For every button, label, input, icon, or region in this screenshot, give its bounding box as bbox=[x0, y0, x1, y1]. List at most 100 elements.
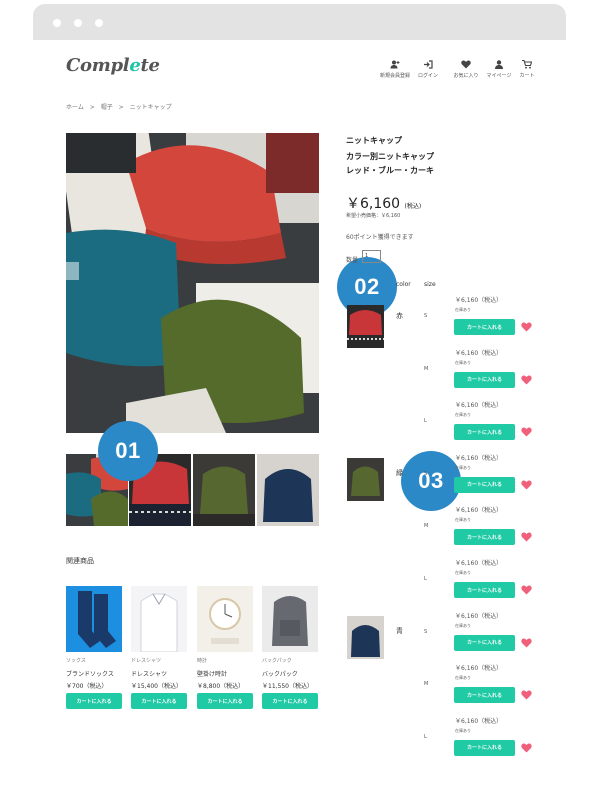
related-price: ￥8,800（税込） bbox=[197, 683, 245, 690]
favorite-heart-icon[interactable] bbox=[521, 532, 532, 542]
stock-status: 在庫あり bbox=[455, 464, 471, 470]
related-category: ソックス bbox=[66, 658, 86, 664]
related-image-backpack[interactable] bbox=[262, 586, 318, 652]
favorite-heart-icon[interactable] bbox=[521, 322, 532, 332]
related-category: バックパック bbox=[262, 658, 292, 664]
add-to-cart-button[interactable]: カートに入れる bbox=[454, 529, 515, 546]
color-name-red: 赤 bbox=[396, 312, 403, 320]
heart-icon bbox=[461, 60, 471, 69]
stock-status: 在庫あり bbox=[455, 307, 471, 312]
site-logo[interactable]: Complete bbox=[66, 55, 160, 76]
variant-size: L bbox=[424, 576, 427, 582]
add-to-cart-button[interactable]: カートに入れる bbox=[454, 582, 515, 598]
breadcrumb-hats[interactable]: 帽子 bbox=[101, 104, 113, 111]
add-to-cart-button[interactable]: カートに入れる bbox=[454, 371, 515, 388]
main-product-photo bbox=[66, 133, 319, 433]
breadcrumb-home[interactable]: ホーム bbox=[66, 104, 84, 111]
favorite-heart-icon[interactable] bbox=[521, 638, 532, 648]
add-to-cart-button[interactable]: カートに入れる bbox=[454, 634, 515, 651]
thumbnail-3[interactable] bbox=[193, 454, 255, 526]
stock-status: 在庫あり bbox=[455, 622, 471, 628]
related-add-to-cart-button[interactable]: カートに入れる bbox=[197, 693, 253, 709]
related-price: ￥11,550（税込） bbox=[262, 683, 313, 690]
stock-status: 在庫あり bbox=[455, 359, 471, 365]
related-category: ドレスシャツ bbox=[131, 658, 162, 664]
stock-status: 在庫あり bbox=[455, 412, 471, 418]
product-category: ニットキャップ bbox=[346, 136, 402, 145]
related-add-to-cart-button[interactable]: カートに入れる bbox=[131, 693, 187, 709]
variant-size: M bbox=[424, 681, 429, 688]
related-title: 関連商品 bbox=[66, 557, 94, 565]
variant-size: M bbox=[424, 365, 429, 372]
photo-prev-arrow[interactable] bbox=[66, 262, 79, 280]
product-colors-line: レッド・ブルー・カーキ bbox=[346, 166, 434, 175]
favorite-heart-icon[interactable] bbox=[521, 690, 532, 700]
favorite-heart-icon[interactable] bbox=[521, 427, 532, 437]
variant-price: ￥6,160（税込） bbox=[455, 507, 503, 515]
browser-bar bbox=[33, 4, 566, 40]
callout-badge-01: 01 bbox=[98, 421, 158, 481]
retail-price: 希望小売価格：￥6,160 bbox=[346, 213, 401, 219]
color-name-blue: 青 bbox=[396, 627, 403, 635]
variant-size: S bbox=[424, 628, 428, 635]
related-name[interactable]: ドレスシャツ bbox=[131, 669, 167, 678]
thumbnail-4[interactable] bbox=[257, 454, 319, 526]
add-to-cart-button[interactable]: カートに入れる bbox=[454, 687, 515, 704]
variant-price: ￥6,160（税込） bbox=[455, 402, 503, 410]
stock-status: 在庫あり bbox=[455, 517, 471, 523]
size-column-header: size bbox=[424, 281, 436, 288]
stock-status: 在庫あり bbox=[455, 727, 471, 733]
color-name-green: 緑 bbox=[396, 469, 403, 477]
window-dot bbox=[95, 19, 103, 27]
related-name[interactable]: ブランドソックス bbox=[66, 669, 114, 678]
nav-cart[interactable]: カート bbox=[504, 60, 550, 79]
quantity-label: 数量 bbox=[346, 257, 359, 264]
callout-badge-03: 03 bbox=[401, 451, 461, 511]
related-image-shirt[interactable] bbox=[131, 586, 187, 652]
points-info: 60ポイント獲得できます bbox=[346, 234, 414, 241]
variant-price: ￥6,160（税込） bbox=[455, 612, 503, 620]
related-price: ￥15,400（税込） bbox=[131, 683, 182, 690]
variant-size: L bbox=[424, 733, 427, 740]
variant-size: L bbox=[424, 418, 427, 425]
breadcrumb-separator: > bbox=[118, 104, 124, 111]
variant-size: S bbox=[424, 470, 428, 477]
window-dot bbox=[74, 19, 82, 27]
color-image-red bbox=[347, 305, 384, 348]
stock-status: 在庫あり bbox=[455, 570, 471, 575]
variant-price: ￥6,160（税込） bbox=[455, 349, 503, 357]
add-to-cart-button[interactable]: カートに入れる bbox=[454, 319, 515, 335]
product-name: カラー別ニットキャップ bbox=[346, 152, 434, 161]
add-to-cart-button[interactable]: カートに入れる bbox=[454, 424, 515, 441]
variant-price: ￥6,160（税込） bbox=[455, 454, 503, 462]
related-add-to-cart-button[interactable]: カートに入れる bbox=[262, 693, 318, 709]
breadcrumb-current: ニットキャップ bbox=[129, 104, 172, 111]
related-image-clock[interactable] bbox=[197, 586, 253, 652]
variant-size: S bbox=[424, 313, 428, 319]
window-dot bbox=[53, 19, 61, 27]
user-icon bbox=[495, 60, 503, 69]
related-image-socks[interactable] bbox=[66, 586, 122, 652]
add-to-cart-button[interactable]: カートに入れる bbox=[454, 739, 515, 756]
related-category: 時計 bbox=[197, 658, 208, 664]
user-plus-icon bbox=[390, 60, 400, 69]
related-add-to-cart-button[interactable]: カートに入れる bbox=[66, 693, 122, 709]
variant-price: ￥6,160（税込） bbox=[455, 297, 503, 304]
nav-cart-label: カート bbox=[519, 73, 535, 79]
add-to-cart-button[interactable]: カートに入れる bbox=[454, 476, 515, 493]
login-icon bbox=[424, 60, 433, 69]
favorite-heart-icon[interactable] bbox=[521, 585, 532, 595]
color-image-green bbox=[347, 458, 384, 501]
related-name[interactable]: バックパック bbox=[262, 669, 298, 678]
variant-size: M bbox=[424, 523, 429, 530]
product-price: ￥6,160 (税込) bbox=[346, 196, 422, 212]
related-name[interactable]: 壁掛け時計 bbox=[197, 669, 227, 678]
favorite-heart-icon[interactable] bbox=[521, 743, 532, 753]
breadcrumb: ホーム > 帽子 > ニットキャップ bbox=[66, 102, 176, 111]
favorite-heart-icon[interactable] bbox=[521, 480, 532, 490]
cart-icon bbox=[522, 60, 532, 69]
favorite-heart-icon[interactable] bbox=[521, 375, 532, 385]
breadcrumb-separator: > bbox=[89, 104, 95, 111]
quantity-input[interactable]: 1 bbox=[362, 250, 381, 263]
stock-status: 在庫あり bbox=[455, 675, 471, 681]
